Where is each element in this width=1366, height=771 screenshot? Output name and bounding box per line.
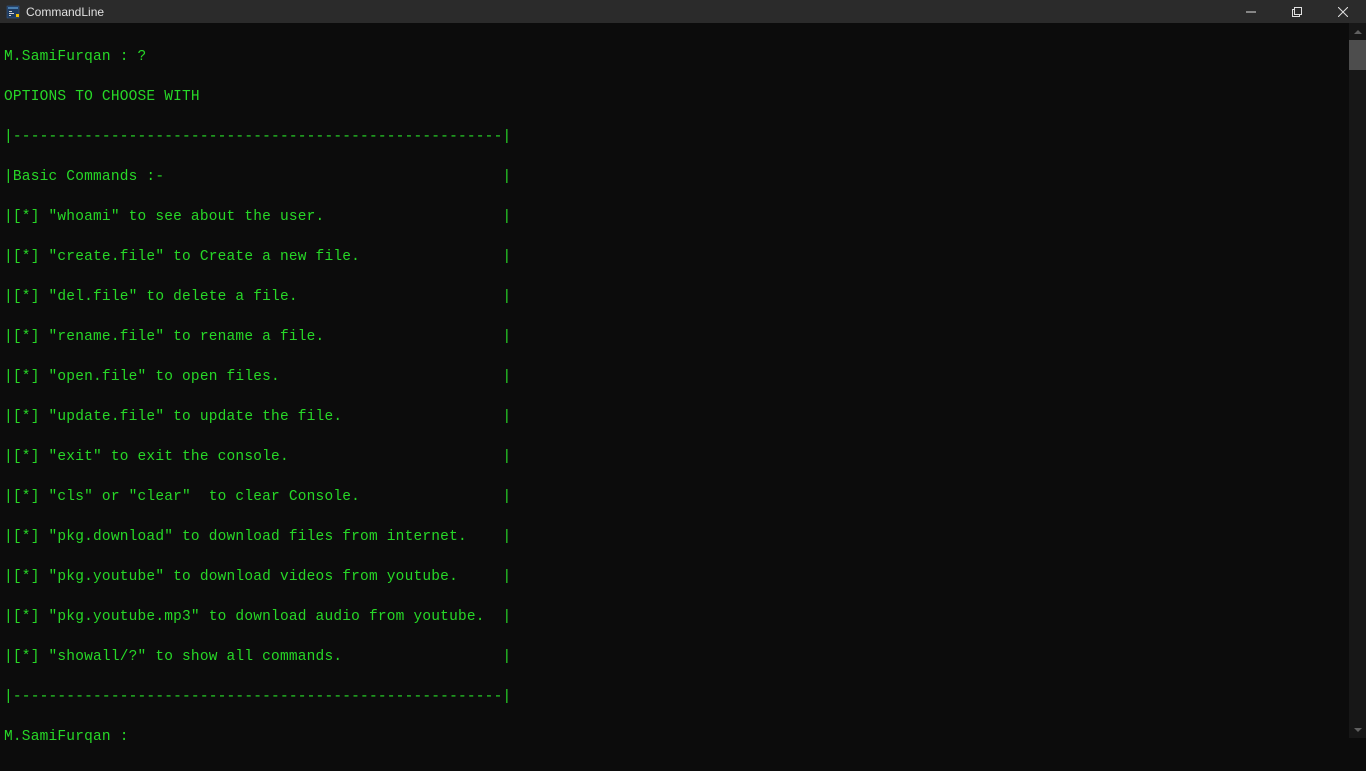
section-title: |Basic Commands :- |	[4, 167, 1362, 187]
command-item: |[*] "whoami" to see about the user. |	[4, 207, 1362, 227]
scroll-up-button[interactable]	[1349, 23, 1366, 40]
command-item: |[*] "exit" to exit the console. |	[4, 447, 1362, 467]
scroll-down-button[interactable]	[1349, 721, 1366, 738]
prompt-previous: M.SamiFurqan : ?	[4, 47, 1362, 67]
command-item: |[*] "rename.file" to rename a file. |	[4, 327, 1362, 347]
maximize-button[interactable]	[1274, 0, 1320, 23]
command-item: |[*] "create.file" to Create a new file.…	[4, 247, 1362, 267]
command-item: |[*] "open.file" to open files. |	[4, 367, 1362, 387]
vertical-scrollbar[interactable]	[1349, 23, 1366, 738]
box-border-top: |---------------------------------------…	[4, 127, 1362, 147]
cursor	[138, 728, 147, 745]
command-item: |[*] "pkg.download" to download files fr…	[4, 527, 1362, 547]
command-item: |[*] "showall/?" to show all commands. |	[4, 647, 1362, 667]
box-border-bottom: |---------------------------------------…	[4, 687, 1362, 707]
command-item: |[*] "cls" or "clear" to clear Console. …	[4, 487, 1362, 507]
titlebar-left: CommandLine	[6, 5, 104, 19]
options-header: OPTIONS TO CHOOSE WITH	[4, 87, 1362, 107]
command-item: |[*] "update.file" to update the file. |	[4, 407, 1362, 427]
scroll-thumb[interactable]	[1349, 40, 1366, 70]
chevron-down-icon	[1354, 728, 1362, 732]
window-title: CommandLine	[26, 5, 104, 19]
window-titlebar: CommandLine	[0, 0, 1366, 23]
chevron-up-icon	[1354, 30, 1362, 34]
command-item: |[*] "del.file" to delete a file. |	[4, 287, 1362, 307]
app-icon	[6, 5, 20, 19]
window-controls	[1228, 0, 1366, 23]
terminal-output[interactable]: M.SamiFurqan : ? OPTIONS TO CHOOSE WITH …	[0, 23, 1366, 771]
prompt-current: M.SamiFurqan :	[4, 727, 1362, 747]
command-item: |[*] "pkg.youtube.mp3" to download audio…	[4, 607, 1362, 627]
prompt-text: M.SamiFurqan :	[4, 729, 138, 745]
minimize-button[interactable]	[1228, 0, 1274, 23]
close-button[interactable]	[1320, 0, 1366, 23]
command-item: |[*] "pkg.youtube" to download videos fr…	[4, 567, 1362, 587]
